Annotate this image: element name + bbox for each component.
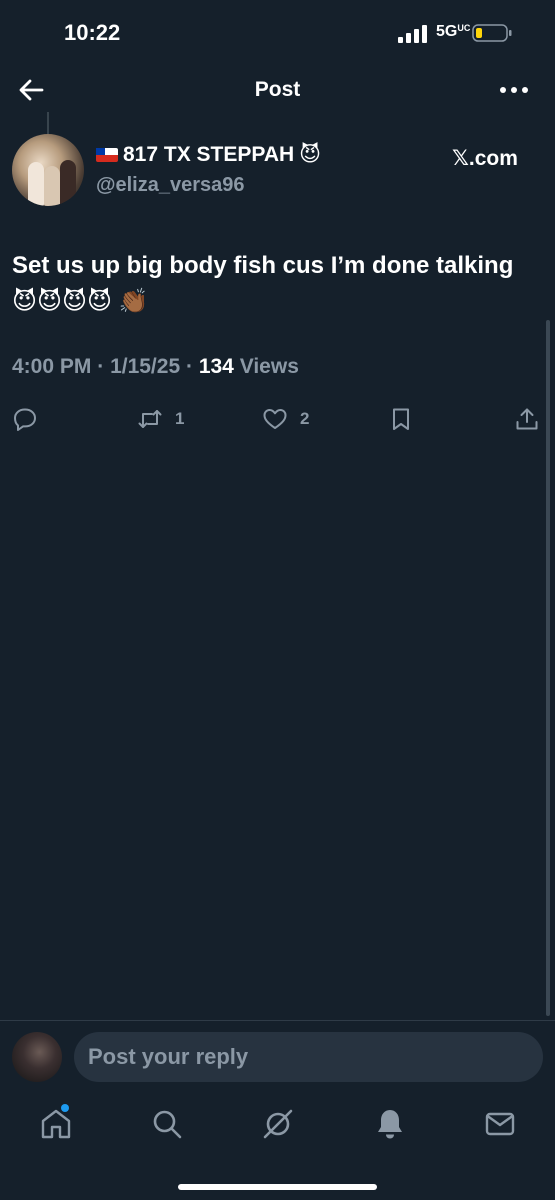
home-indicator[interactable]: [178, 1184, 377, 1190]
post-metadata: 4:00 PM · 1/15/25 · 134 Views: [12, 355, 299, 379]
x-com-watermark: 𝕏.com: [452, 147, 518, 170]
author-handle[interactable]: @eliza_versa96: [96, 174, 245, 197]
avatar-figure: [28, 162, 44, 206]
tab-search[interactable]: [149, 1106, 185, 1142]
reply-input[interactable]: [74, 1032, 543, 1082]
meta-separator: ·: [97, 355, 105, 378]
reply-divider: [0, 1020, 555, 1021]
bookmark-icon: [393, 408, 409, 430]
grok-icon: [263, 1109, 293, 1139]
tab-home[interactable]: [38, 1106, 74, 1142]
post-text: Set us up big body fish cus I’m done tal…: [12, 252, 514, 315]
notifications-icon: [378, 1110, 402, 1139]
avatar-figure: [60, 160, 76, 206]
chile-flag-icon: [96, 147, 118, 162]
tab-messages[interactable]: [482, 1106, 518, 1142]
page-title: Post: [254, 78, 301, 101]
views-count[interactable]: 134: [199, 355, 234, 378]
repost-count: 1: [175, 409, 185, 428]
post-time[interactable]: 4:00 PM: [12, 355, 91, 378]
home-notification-dot: [61, 1104, 69, 1112]
display-name-text: 817 TX STEPPAH: [123, 142, 295, 166]
share-button[interactable]: [514, 405, 540, 433]
heart-icon: [263, 409, 287, 429]
like-count: 2: [300, 409, 310, 428]
reply-icon: [14, 408, 36, 431]
more-horizontal-icon: [500, 87, 528, 93]
search-icon: [153, 1110, 182, 1139]
avatar-figure: [44, 166, 60, 206]
tab-notifications[interactable]: [372, 1106, 408, 1142]
author-display-name[interactable]: 817 TX STEPPAH 😈: [96, 142, 321, 167]
current-user-avatar[interactable]: [12, 1032, 62, 1082]
views-label: Views: [239, 355, 299, 378]
post-date[interactable]: 1/15/25: [110, 355, 180, 378]
smiling-imp-emoji: 😈: [299, 143, 322, 166]
like-button[interactable]: 2: [262, 405, 309, 433]
reply-button[interactable]: [12, 405, 50, 433]
messages-icon: [485, 1112, 515, 1136]
home-icon: [41, 1109, 71, 1139]
repost-button[interactable]: 1: [137, 405, 184, 433]
author-avatar[interactable]: [12, 134, 84, 206]
meta-separator: ·: [185, 355, 193, 378]
bookmark-button[interactable]: [388, 405, 414, 433]
scrollbar[interactable]: [546, 320, 550, 1016]
more-options-button[interactable]: [496, 78, 532, 102]
tab-grok[interactable]: [260, 1106, 296, 1142]
thread-connector-line: [47, 112, 49, 134]
repost-icon: [138, 410, 162, 428]
share-icon: [516, 408, 538, 430]
